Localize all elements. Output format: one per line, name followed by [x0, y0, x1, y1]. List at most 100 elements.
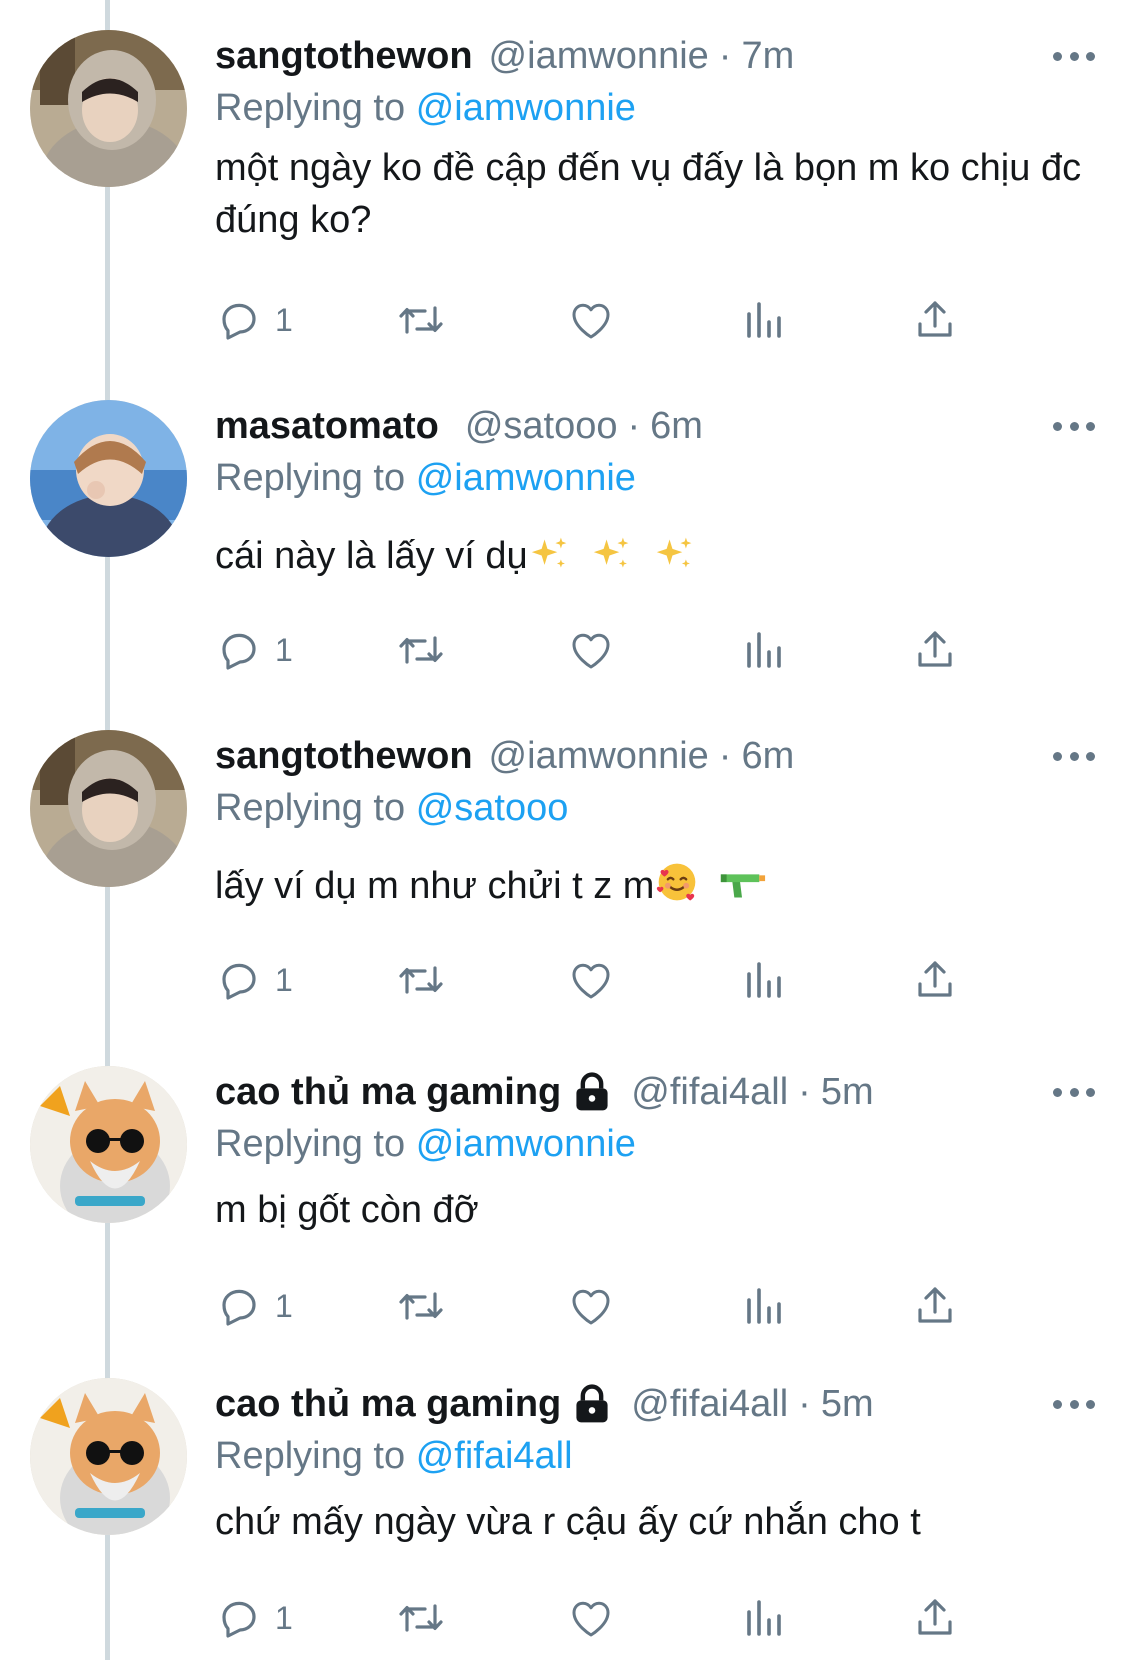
more-options-icon[interactable] [1053, 1072, 1095, 1112]
retweet-icon [399, 1604, 443, 1632]
mention-link[interactable]: @iamwonnie [416, 1123, 636, 1165]
retweet-icon [399, 966, 443, 994]
user-handle[interactable]: @fifai4all [631, 1066, 788, 1118]
reply-button[interactable]: 1 [215, 290, 293, 350]
lock-icon [576, 1384, 608, 1423]
analytics-icon [747, 1600, 781, 1636]
timestamp[interactable]: 5m [821, 1066, 874, 1118]
reply-count: 1 [275, 301, 293, 338]
retweet-icon [399, 1292, 443, 1320]
share-button[interactable] [911, 1276, 959, 1336]
tweet-actions: 1 [215, 1276, 1055, 1336]
share-icon [918, 1287, 952, 1323]
reply-icon [222, 1289, 256, 1326]
display-name[interactable]: sangtothewon [215, 30, 473, 82]
reply-button[interactable]: 1 [215, 1276, 293, 1336]
share-button[interactable] [911, 950, 959, 1010]
like-button[interactable] [567, 1588, 615, 1648]
reply-button[interactable]: 1 [215, 620, 293, 680]
retweet-button[interactable] [395, 1276, 447, 1336]
tweet-text: lấy ví dụ m như chửi t z m [215, 865, 655, 907]
analytics-button[interactable] [739, 1588, 787, 1648]
retweet-icon [399, 306, 443, 334]
share-icon [918, 961, 952, 997]
timestamp[interactable]: 5m [821, 1378, 874, 1430]
timestamp[interactable]: 6m [650, 400, 703, 452]
replying-to: Replying to @iamwonnie [215, 452, 636, 504]
display-name[interactable]: masatomato [215, 400, 439, 452]
separator-dot: · [798, 1383, 811, 1425]
like-button[interactable] [567, 950, 615, 1010]
avatar[interactable] [30, 30, 187, 187]
analytics-icon [747, 1288, 781, 1324]
user-handle[interactable]: @fifai4all [631, 1378, 788, 1430]
tweet-text: m bị gốt còn đỡ [215, 1189, 479, 1231]
share-button[interactable] [911, 1588, 959, 1648]
tweet-text: chứ mấy ngày vừa r cậu ấy cứ nhắn cho t [215, 1501, 921, 1543]
reply-count: 1 [275, 1599, 293, 1636]
display-name[interactable]: sangtothewon [215, 730, 473, 782]
tweet-actions: 1 [215, 620, 1055, 680]
analytics-button[interactable] [739, 950, 787, 1010]
timestamp[interactable]: 7m [741, 30, 794, 82]
reply-button[interactable]: 1 [215, 950, 293, 1010]
replying-label: Replying to [215, 1123, 406, 1165]
user-handle[interactable]: @iamwonnie [489, 730, 709, 782]
analytics-icon [747, 302, 781, 338]
analytics-button[interactable] [739, 290, 787, 350]
heart-icon [572, 303, 610, 339]
display-name[interactable]: cao thủ ma gaming [215, 1066, 561, 1118]
mention-link[interactable]: @iamwonnie [416, 457, 636, 499]
share-icon [918, 301, 952, 337]
display-name[interactable]: cao thủ ma gaming [215, 1378, 561, 1430]
reply-button[interactable]: 1 [215, 1588, 293, 1648]
sparkles-icon [656, 537, 692, 568]
water-pistol-icon [720, 874, 766, 898]
analytics-button[interactable] [739, 1276, 787, 1336]
like-button[interactable] [567, 620, 615, 680]
analytics-button[interactable] [739, 620, 787, 680]
retweet-button[interactable] [395, 950, 447, 1010]
share-button[interactable] [911, 290, 959, 350]
mention-link[interactable]: @iamwonnie [416, 87, 636, 129]
mention-link[interactable]: @fifai4all [416, 1435, 573, 1477]
more-options-icon[interactable] [1053, 36, 1095, 76]
like-button[interactable] [567, 290, 615, 350]
reply-count: 1 [275, 961, 293, 998]
reply-count: 1 [275, 631, 293, 668]
analytics-icon [747, 632, 781, 668]
share-icon [918, 1599, 952, 1635]
like-button[interactable] [567, 1276, 615, 1336]
more-options-icon[interactable] [1053, 1384, 1095, 1424]
timestamp[interactable]: 6m [741, 730, 794, 782]
retweet-button[interactable] [395, 620, 447, 680]
reply-icon [222, 1601, 256, 1638]
more-options-icon[interactable] [1053, 736, 1095, 776]
tweet-actions: 1 [215, 1588, 1055, 1648]
replying-label: Replying to [215, 1435, 406, 1477]
retweet-button[interactable] [395, 290, 447, 350]
avatar[interactable] [30, 730, 187, 887]
avatar[interactable] [30, 1378, 187, 1535]
separator-dot: · [718, 35, 732, 77]
avatar[interactable] [30, 1066, 187, 1223]
reply-icon [222, 303, 256, 340]
heart-icon [572, 1601, 610, 1637]
user-handle[interactable]: @iamwonnie [489, 30, 709, 82]
tweet-text-container: cái này là lấy ví dụ [215, 530, 1095, 582]
separator-dot: · [798, 1071, 811, 1113]
user-handle[interactable]: @satooo [465, 400, 618, 452]
replying-to: Replying to @iamwonnie [215, 82, 636, 134]
share-icon [918, 631, 952, 667]
tweet-text: một ngày ko đề cập đến vụ đấy là bọn m k… [215, 147, 1082, 241]
avatar[interactable] [30, 400, 187, 557]
more-options-icon[interactable] [1053, 406, 1095, 446]
retweet-button[interactable] [395, 1588, 447, 1648]
reply-count: 1 [275, 1287, 293, 1324]
reply-icon [222, 963, 256, 1000]
mention-link[interactable]: @satooo [416, 787, 569, 829]
share-button[interactable] [911, 620, 959, 680]
replying-to: Replying to @satooo [215, 782, 568, 834]
tweet-actions: 1 [215, 950, 1055, 1010]
replying-to: Replying to @fifai4all [215, 1430, 573, 1482]
